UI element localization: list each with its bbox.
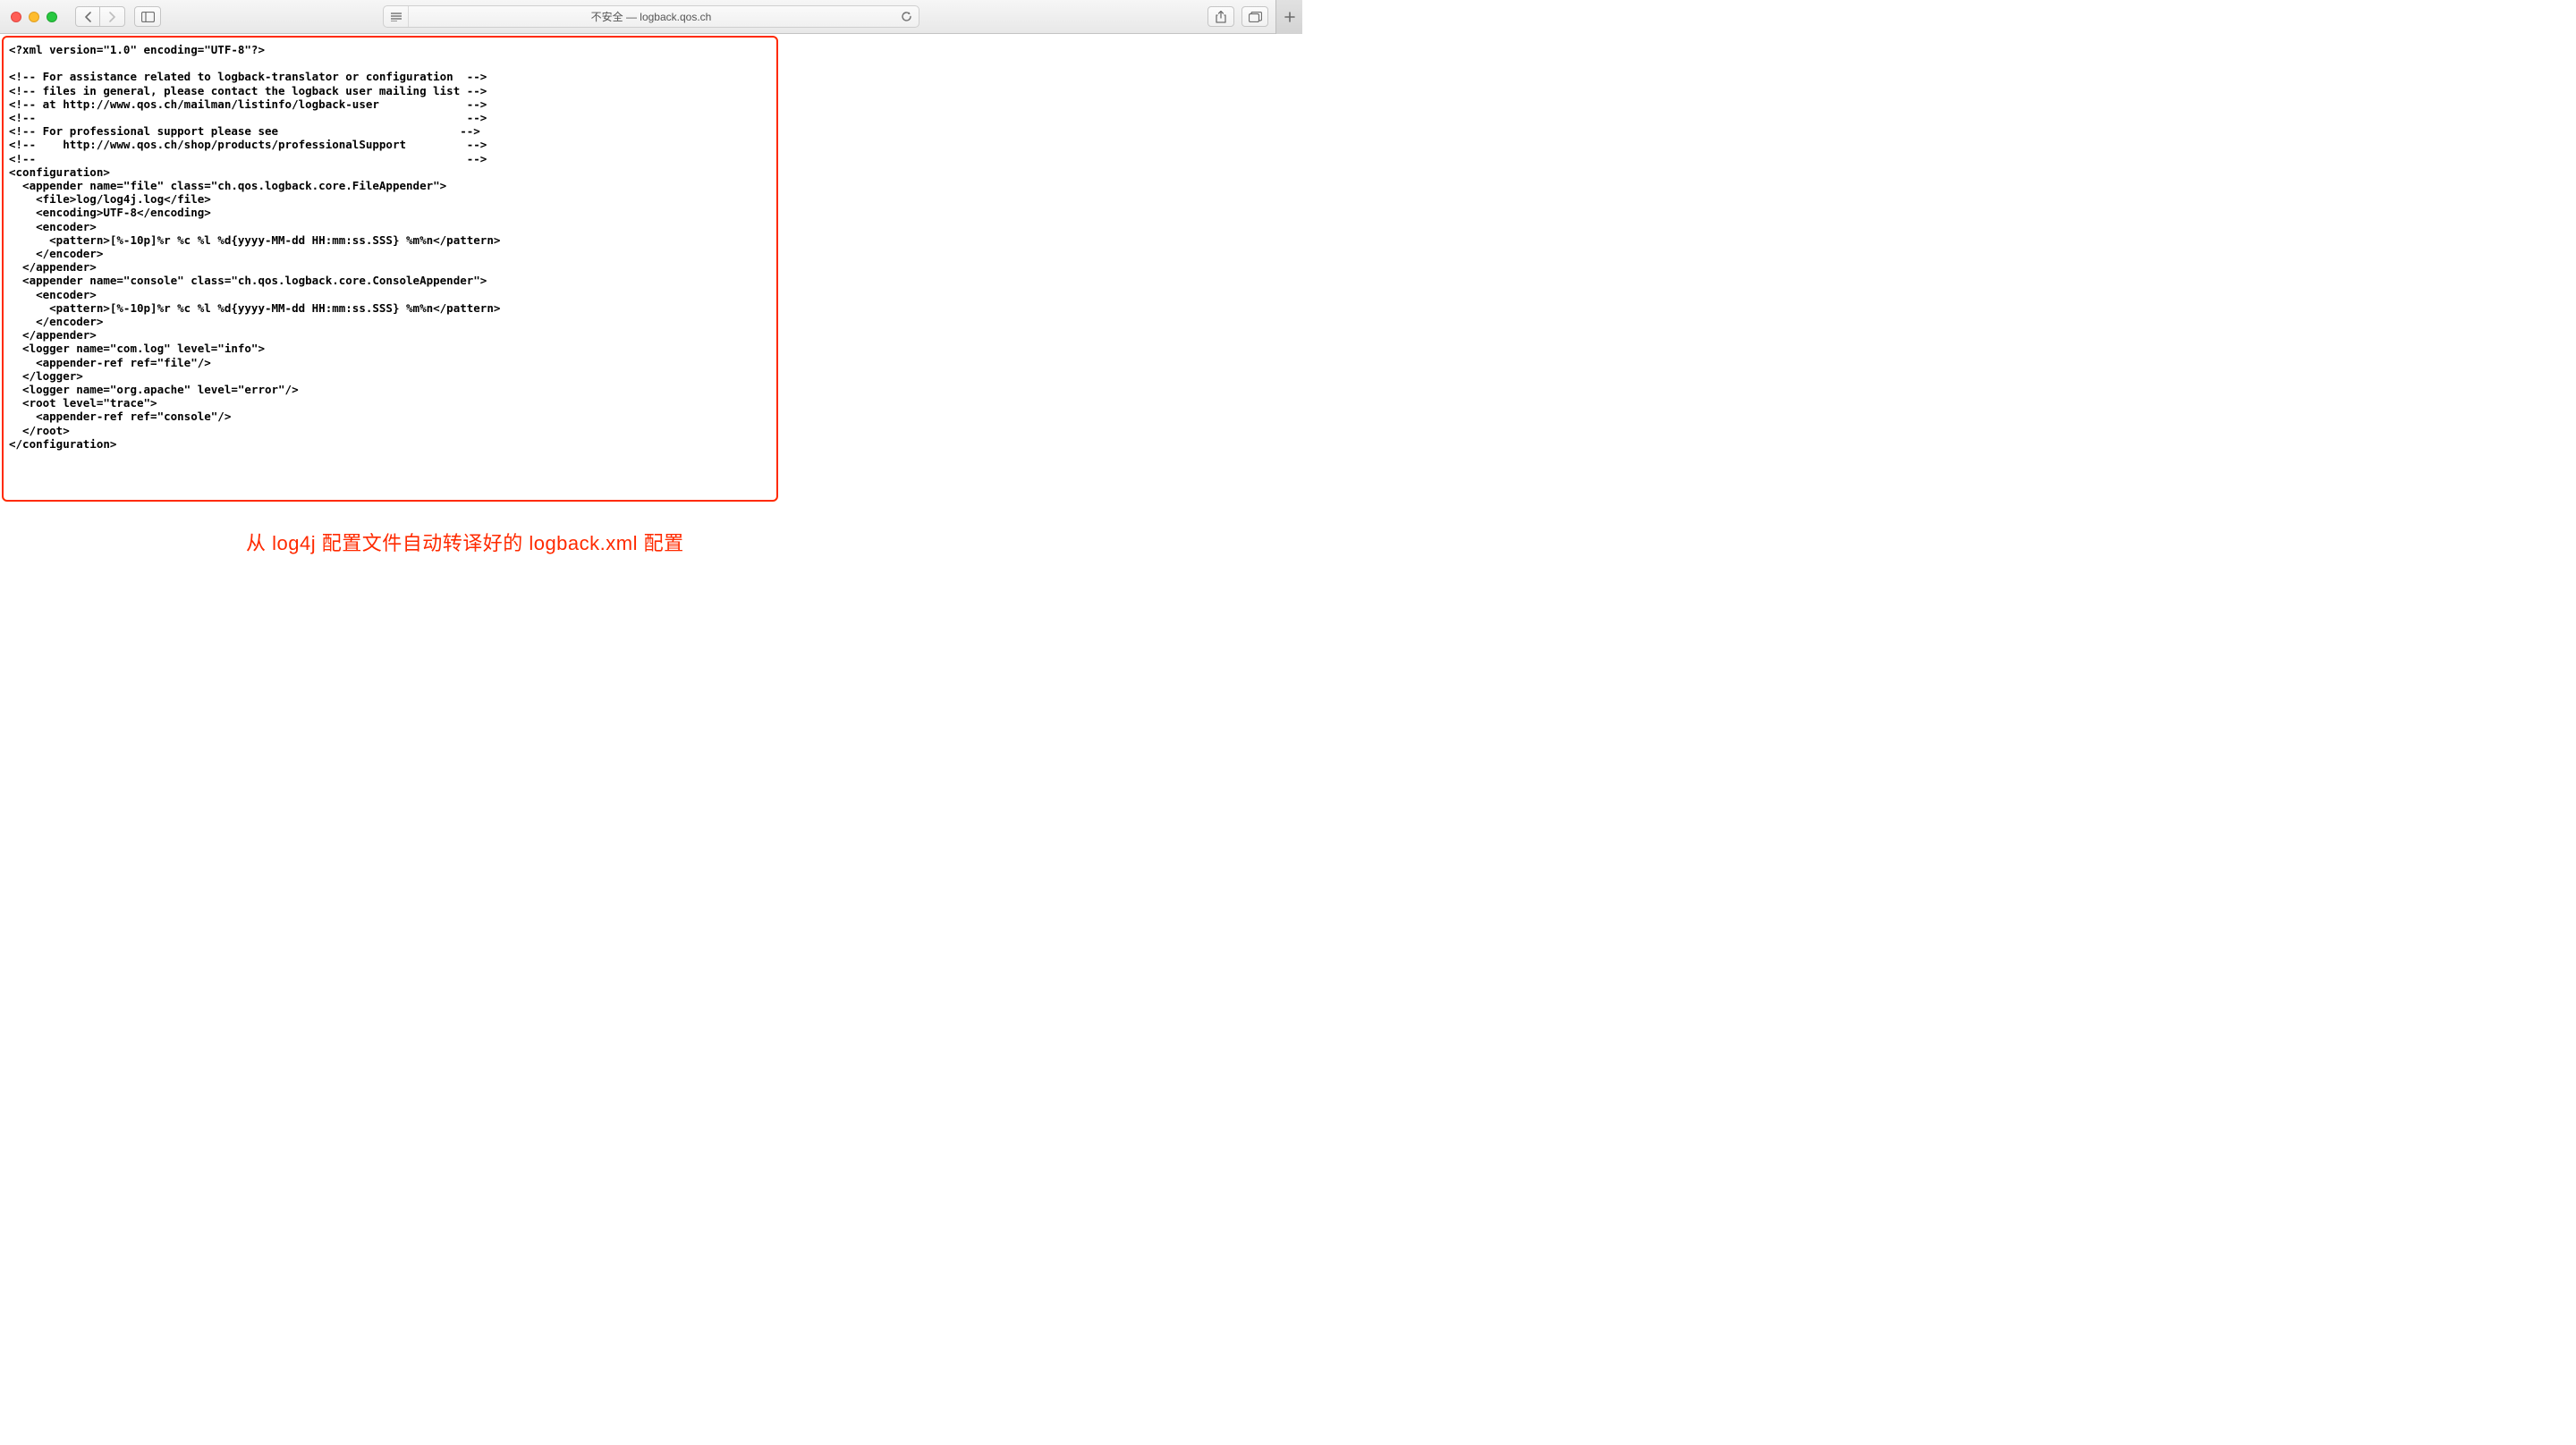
chevron-left-icon (84, 12, 92, 22)
new-tab-button[interactable] (1275, 0, 1302, 34)
reload-button[interactable] (894, 11, 919, 22)
insecure-label: 不安全 — (591, 11, 640, 23)
minimize-window-button[interactable] (29, 12, 39, 22)
close-window-button[interactable] (11, 12, 21, 22)
share-button[interactable] (1208, 6, 1234, 27)
tabs-button[interactable] (1241, 6, 1268, 27)
sidebar-icon (141, 12, 155, 22)
window-controls (11, 12, 57, 22)
logback-xml-output: <?xml version="1.0" encoding="UTF-8"?> <… (2, 36, 778, 502)
forward-button[interactable] (100, 6, 125, 27)
browser-toolbar: 不安全 — logback.qos.ch (0, 0, 1302, 34)
reader-mode-button[interactable] (384, 6, 409, 27)
share-icon (1216, 11, 1226, 23)
sidebar-toggle-button[interactable] (134, 6, 161, 27)
reader-lines-icon (391, 13, 402, 21)
navigation-arrows (75, 6, 125, 27)
tabs-icon (1249, 12, 1262, 22)
annotation-caption: 从 log4j 配置文件自动转译好的 logback.xml 配置 (246, 528, 684, 556)
address-bar[interactable]: 不安全 — logback.qos.ch (383, 5, 919, 28)
toolbar-right-controls (1199, 0, 1295, 34)
back-button[interactable] (75, 6, 100, 27)
maximize-window-button[interactable] (47, 12, 57, 22)
page-content: <?xml version="1.0" encoding="UTF-8"?> <… (0, 34, 1302, 730)
address-host: logback.qos.ch (640, 11, 711, 23)
reload-icon (901, 11, 912, 22)
address-bar-text: 不安全 — logback.qos.ch (409, 9, 894, 24)
plus-icon (1284, 12, 1295, 22)
chevron-right-icon (108, 12, 116, 22)
